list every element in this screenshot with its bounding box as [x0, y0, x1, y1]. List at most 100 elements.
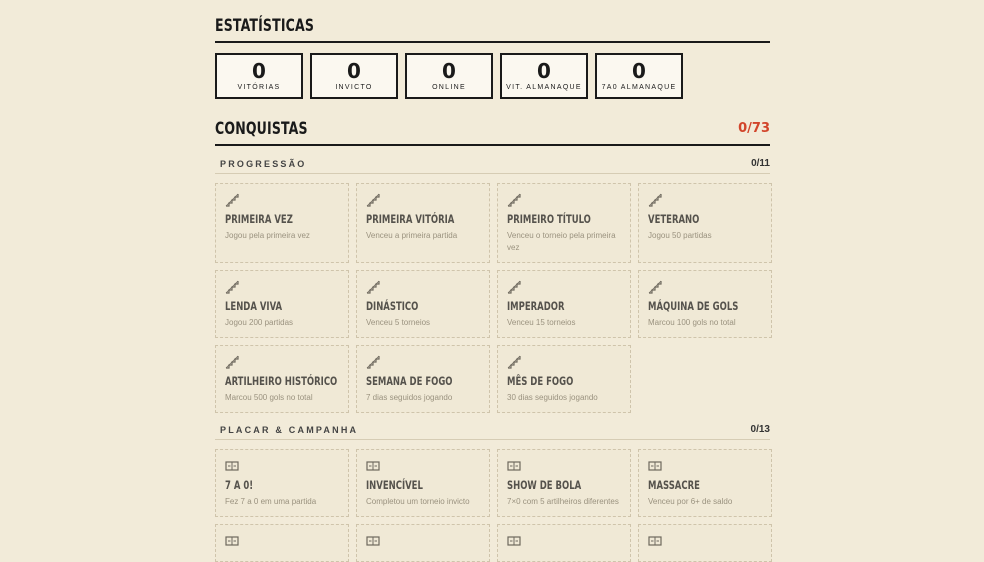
- stairs-icon: [366, 355, 380, 369]
- stat-label: VIT. ALMANAQUE: [506, 84, 582, 91]
- category-title: PROGRESSÃO: [220, 158, 307, 169]
- achievement-title: DINÁSTICO: [366, 299, 419, 313]
- stats-title: ESTATÍSTICAS: [215, 16, 315, 36]
- achievement-title: PRIMEIRA VITÓRIA: [366, 212, 455, 226]
- achievement-title: PRIMEIRO TÍTULO: [507, 212, 591, 226]
- achievement-desc: Venceu o torneio pela primeira vez: [507, 231, 616, 252]
- stat-box-online: 0 ONLINE: [405, 53, 493, 99]
- stairs-icon: [648, 193, 662, 207]
- achievement-card[interactable]: PRIMEIRO TÍTULO Venceu o torneio pela pri…: [497, 183, 631, 263]
- category-header: PLACAR & CAMPANHA 0/13: [215, 424, 770, 440]
- stairs-icon: [648, 280, 662, 294]
- achievement-title: IMPERADOR: [507, 299, 565, 313]
- achievements-header: CONQUISTAS 0/73: [215, 119, 770, 146]
- achievement-desc: 7×0 com 5 artilheiros diferentes: [507, 497, 619, 506]
- stat-value: 0: [537, 59, 551, 83]
- achievement-desc: Jogou 200 partidas: [225, 318, 294, 327]
- stat-value: 0: [442, 59, 456, 83]
- achievement-card[interactable]: SHOW DE BOLA 7×0 com 5 artilheiros difere…: [497, 449, 631, 517]
- stairs-icon: [507, 355, 521, 369]
- stairs-icon: [225, 280, 239, 294]
- stairs-icon: [225, 193, 239, 207]
- achievement-card[interactable]: PRIMEIRA VITÓRIA Venceu a primeira partid…: [356, 183, 490, 263]
- achievement-card[interactable]: MÊS DE FOGO 30 dias seguidos jogando: [497, 345, 631, 413]
- achievement-desc: Venceu por 6+ de saldo: [648, 497, 733, 506]
- achievements-title: CONQUISTAS: [215, 119, 308, 139]
- scoreboard-icon: [507, 534, 521, 548]
- scoreboard-icon: [366, 534, 380, 548]
- achievement-title: MÊS DE FOGO: [507, 374, 574, 388]
- achievement-title: MASSACRE: [648, 478, 700, 492]
- achievement-desc: Marcou 100 gols no total: [648, 318, 736, 327]
- stat-value: 0: [347, 59, 361, 83]
- achievement-desc: Venceu 15 torneios: [507, 318, 576, 327]
- achievement-title: ARTILHEIRO HISTÓRICO: [225, 374, 338, 388]
- category-header: PROGRESSÃO 0/11: [215, 158, 770, 174]
- scoreboard-icon: [225, 459, 239, 473]
- scoreboard-icon: [507, 459, 521, 473]
- stat-label: 7A0 ALMANAQUE: [601, 84, 677, 91]
- achievement-grid: 7 A 0! Fez 7 a 0 em uma partida INVENCÍVEL…: [215, 449, 772, 562]
- stat-box-almanac-7a0: 0 7A0 ALMANAQUE: [595, 53, 683, 99]
- achievement-card[interactable]: DINÁSTICO Venceu 5 torneios: [356, 270, 490, 338]
- achievement-card[interactable]: SEMANA DE FOGO 7 dias seguidos jogando: [356, 345, 490, 413]
- achievement-card[interactable]: IMPERADOR Venceu 15 torneios: [497, 270, 631, 338]
- achievement-card[interactable]: [356, 524, 490, 562]
- achievement-card[interactable]: INVENCÍVEL Completou um torneio invicto: [356, 449, 490, 517]
- achievement-title: 7 A 0!: [225, 478, 254, 492]
- achievement-card[interactable]: ARTILHEIRO HISTÓRICO Marcou 500 gols no t…: [215, 345, 349, 413]
- achievement-desc: Fez 7 a 0 em uma partida: [225, 497, 317, 506]
- stairs-icon: [225, 355, 239, 369]
- stat-box-almanac-wins: 0 VIT. ALMANAQUE: [500, 53, 588, 99]
- achievement-title: INVENCÍVEL: [366, 478, 423, 492]
- achievement-title: LENDA VIVA: [225, 299, 283, 313]
- achievement-desc: Marcou 500 gols no total: [225, 393, 313, 402]
- stat-label: ONLINE: [432, 84, 466, 91]
- achievements-count: 0/73: [738, 121, 770, 136]
- achievement-grid: PRIMEIRA VEZ Jogou pela primeira vez PRIME…: [215, 183, 772, 413]
- achievement-card[interactable]: 7 A 0! Fez 7 a 0 em uma partida: [215, 449, 349, 517]
- scoreboard-icon: [366, 459, 380, 473]
- stat-label: VITÓRIAS: [237, 84, 281, 91]
- category-count: 0/13: [750, 424, 770, 435]
- achievement-card[interactable]: MASSACRE Venceu por 6+ de saldo: [638, 449, 772, 517]
- achievement-card[interactable]: PRIMEIRA VEZ Jogou pela primeira vez: [215, 183, 349, 263]
- achievement-card[interactable]: VETERANO Jogou 50 partidas: [638, 183, 772, 263]
- achievement-card[interactable]: [638, 524, 772, 562]
- achievement-card[interactable]: [497, 524, 631, 562]
- stairs-icon: [366, 193, 380, 207]
- achievement-desc: Venceu a primeira partida: [366, 231, 458, 240]
- achievement-card[interactable]: LENDA VIVA Jogou 200 partidas: [215, 270, 349, 338]
- achievement-card[interactable]: [215, 524, 349, 562]
- achievement-category-progression: PROGRESSÃO 0/11 PRIMEIRA VEZ Jogou pela p…: [215, 158, 772, 413]
- stat-label: INVICTO: [335, 84, 373, 91]
- achievement-card[interactable]: MÁQUINA DE GOLS Marcou 100 gols no total: [638, 270, 772, 338]
- achievement-title: MÁQUINA DE GOLS: [648, 299, 739, 313]
- category-count: 0/11: [751, 158, 770, 169]
- scoreboard-icon: [648, 459, 662, 473]
- scoreboard-icon: [225, 534, 239, 548]
- stairs-icon: [507, 280, 521, 294]
- stairs-icon: [366, 280, 380, 294]
- stat-box-wins: 0 VITÓRIAS: [215, 53, 303, 99]
- achievement-desc: Jogou pela primeira vez: [225, 231, 310, 240]
- stat-box-unbeaten: 0 INVICTO: [310, 53, 398, 99]
- profile-panel: ESTATÍSTICAS 0 VITÓRIAS 0 INVICTO 0 ONLI…: [215, 0, 772, 562]
- stat-value: 0: [632, 59, 646, 83]
- achievement-category-scoreboard: PLACAR & CAMPANHA 0/13 7 A 0! Fez 7 a 0 e…: [215, 424, 772, 562]
- achievement-title: PRIMEIRA VEZ: [225, 212, 293, 226]
- achievement-title: VETERANO: [648, 212, 700, 226]
- achievement-title: SHOW DE BOLA: [507, 478, 582, 492]
- achievement-title: SEMANA DE FOGO: [366, 374, 453, 388]
- stat-value: 0: [252, 59, 266, 83]
- stats-row: 0 VITÓRIAS 0 INVICTO 0 ONLINE 0 VIT. ALM…: [215, 53, 770, 99]
- stairs-icon: [507, 193, 521, 207]
- achievement-desc: Completou um torneio invicto: [366, 497, 470, 506]
- stats-header: ESTATÍSTICAS: [215, 16, 770, 43]
- category-title: PLACAR & CAMPANHA: [220, 424, 359, 435]
- scoreboard-icon: [648, 534, 662, 548]
- achievement-desc: Jogou 50 partidas: [648, 231, 712, 240]
- achievement-desc: 7 dias seguidos jogando: [366, 393, 453, 402]
- achievement-desc: Venceu 5 torneios: [366, 318, 431, 327]
- achievement-desc: 30 dias seguidos jogando: [507, 393, 598, 402]
